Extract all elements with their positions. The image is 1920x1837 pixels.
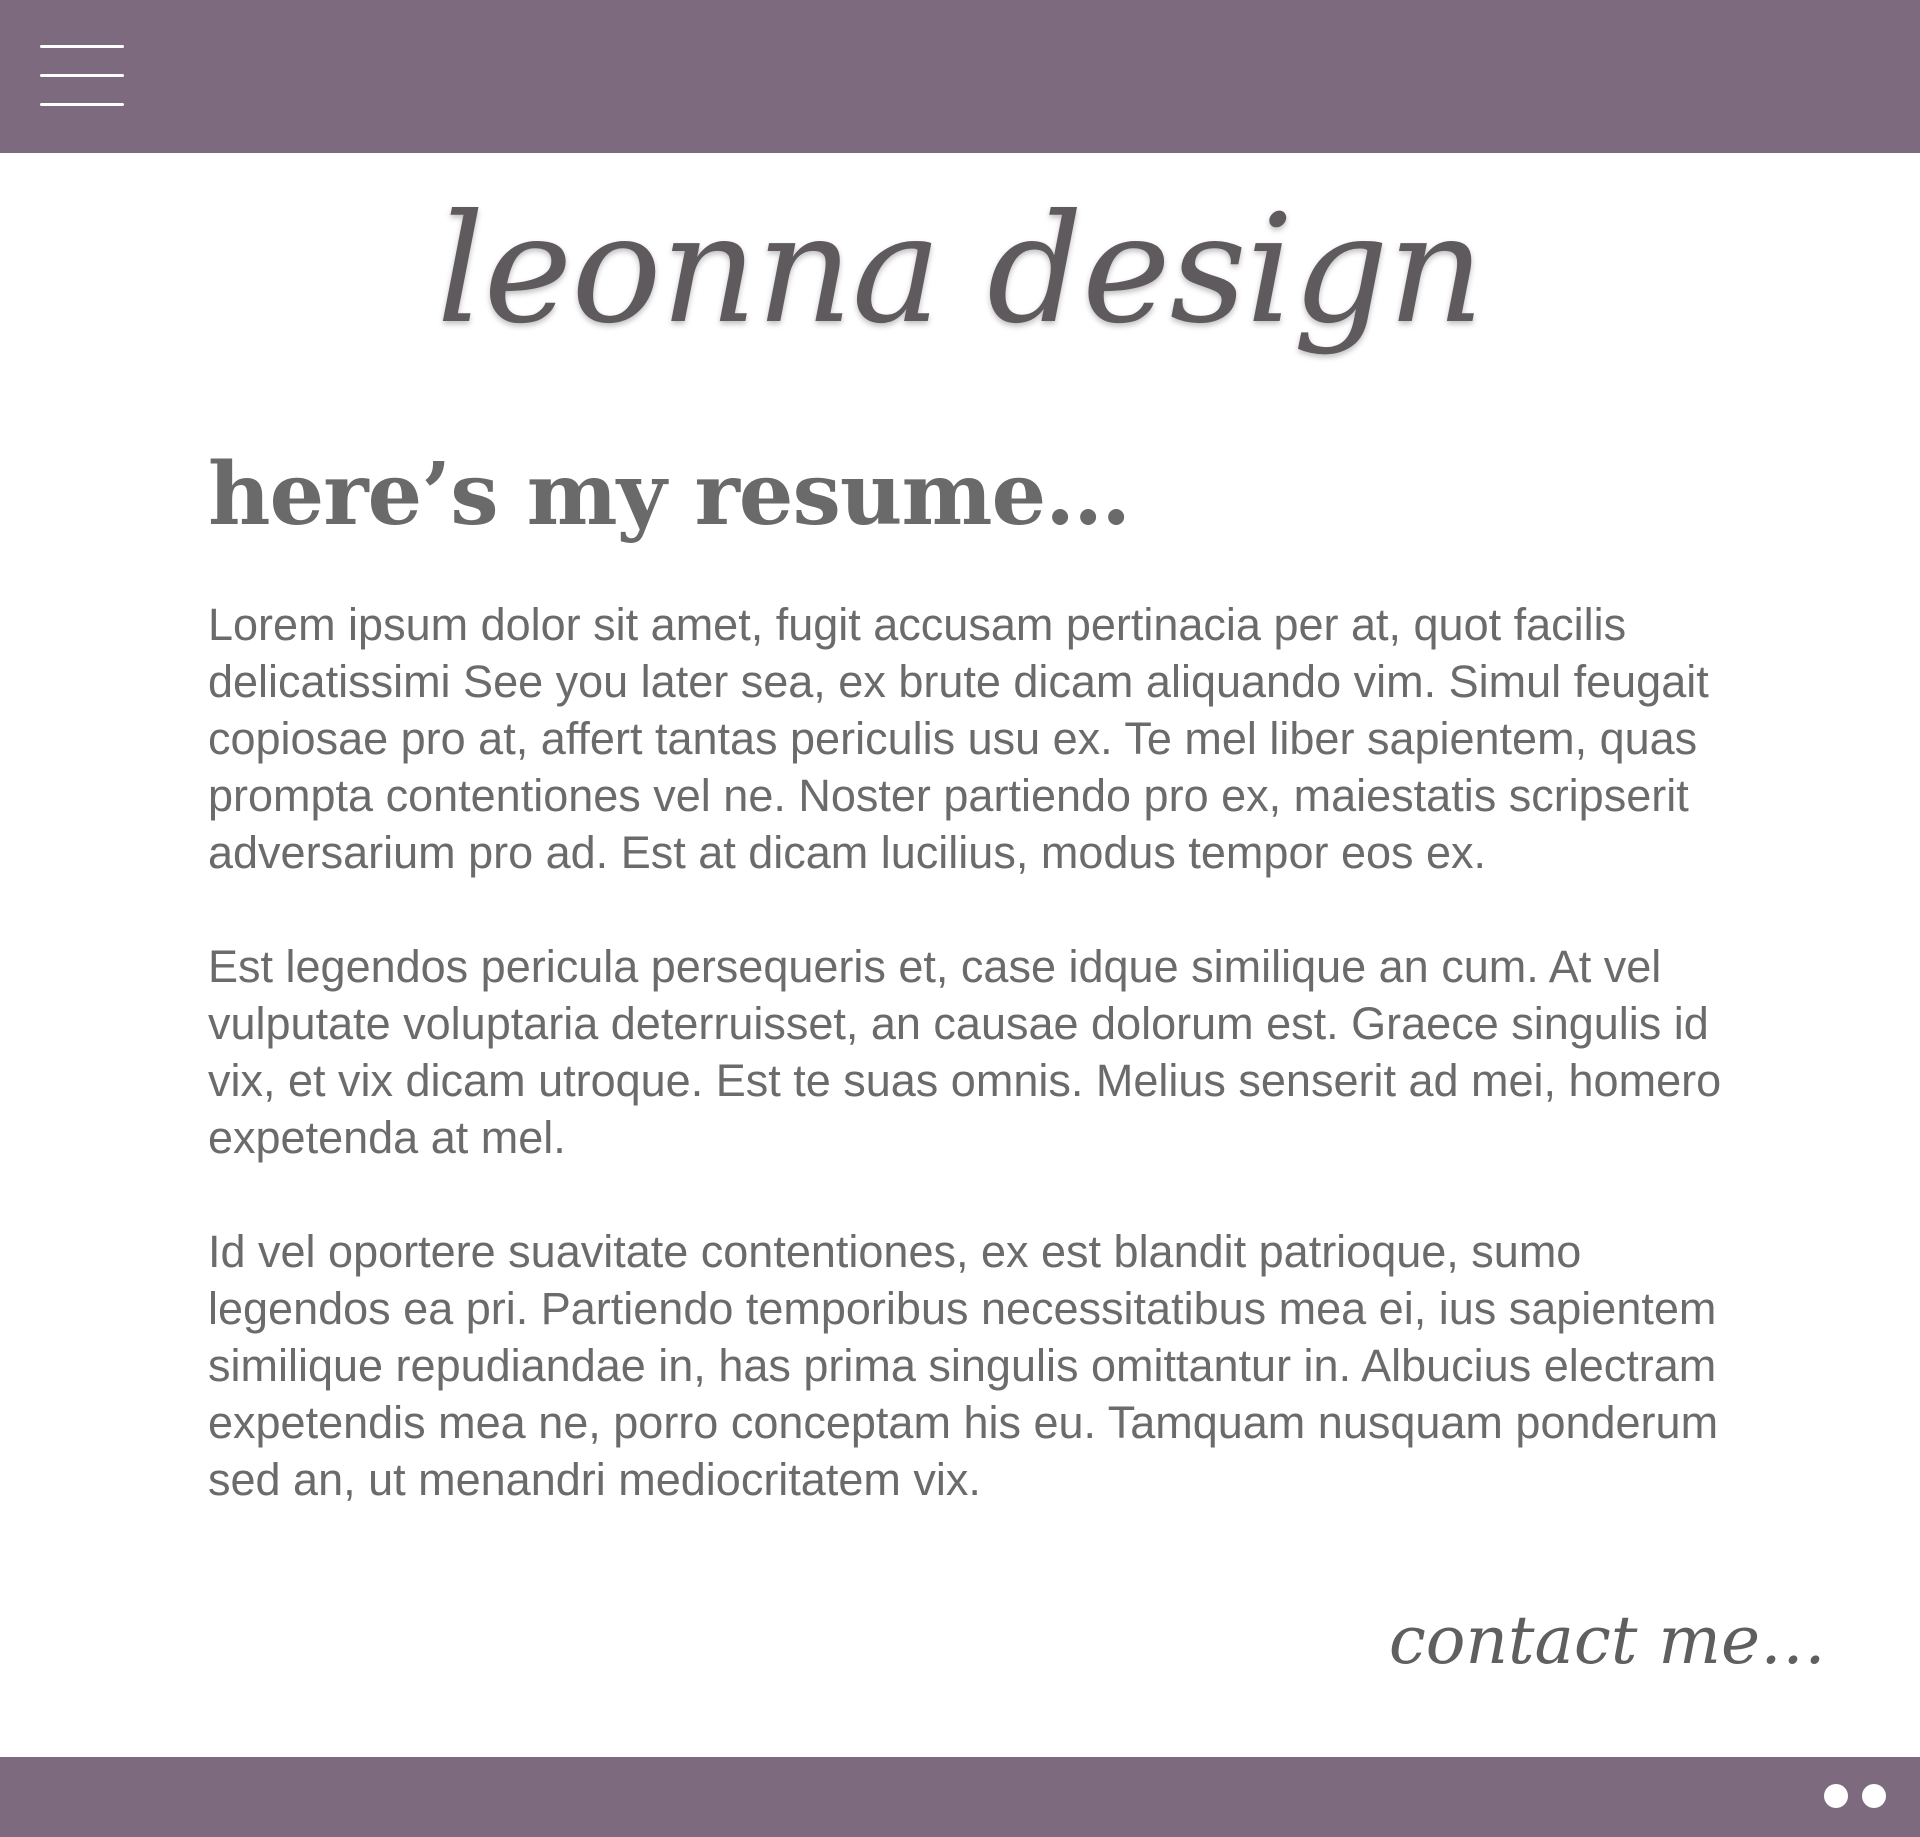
hamburger-menu-icon[interactable]: [36, 40, 128, 116]
paragraph-2: Est legendos pericula persequeris et, ca…: [208, 941, 1722, 1163]
menu-line: [40, 74, 124, 77]
menu-line: [40, 103, 124, 106]
pagination-dot-1[interactable]: [1824, 1784, 1848, 1808]
top-bar: [0, 0, 1920, 153]
resume-body: Lorem ipsum dolor sit amet, fugit accusa…: [208, 596, 1728, 1565]
paragraph-1: Lorem ipsum dolor sit amet, fugit accusa…: [208, 599, 1709, 878]
pagination-dots: [1824, 1784, 1886, 1808]
site-logo: leonna design: [436, 183, 1485, 357]
contact-link[interactable]: contact me…: [1389, 1608, 1826, 1674]
paragraph-3: Id vel oportere suavitate contentiones, …: [208, 1226, 1719, 1505]
bottom-bar: [0, 1757, 1920, 1837]
page-title: here’s my resume…: [208, 444, 1131, 545]
pagination-dot-2[interactable]: [1862, 1784, 1886, 1808]
menu-line: [40, 45, 124, 48]
